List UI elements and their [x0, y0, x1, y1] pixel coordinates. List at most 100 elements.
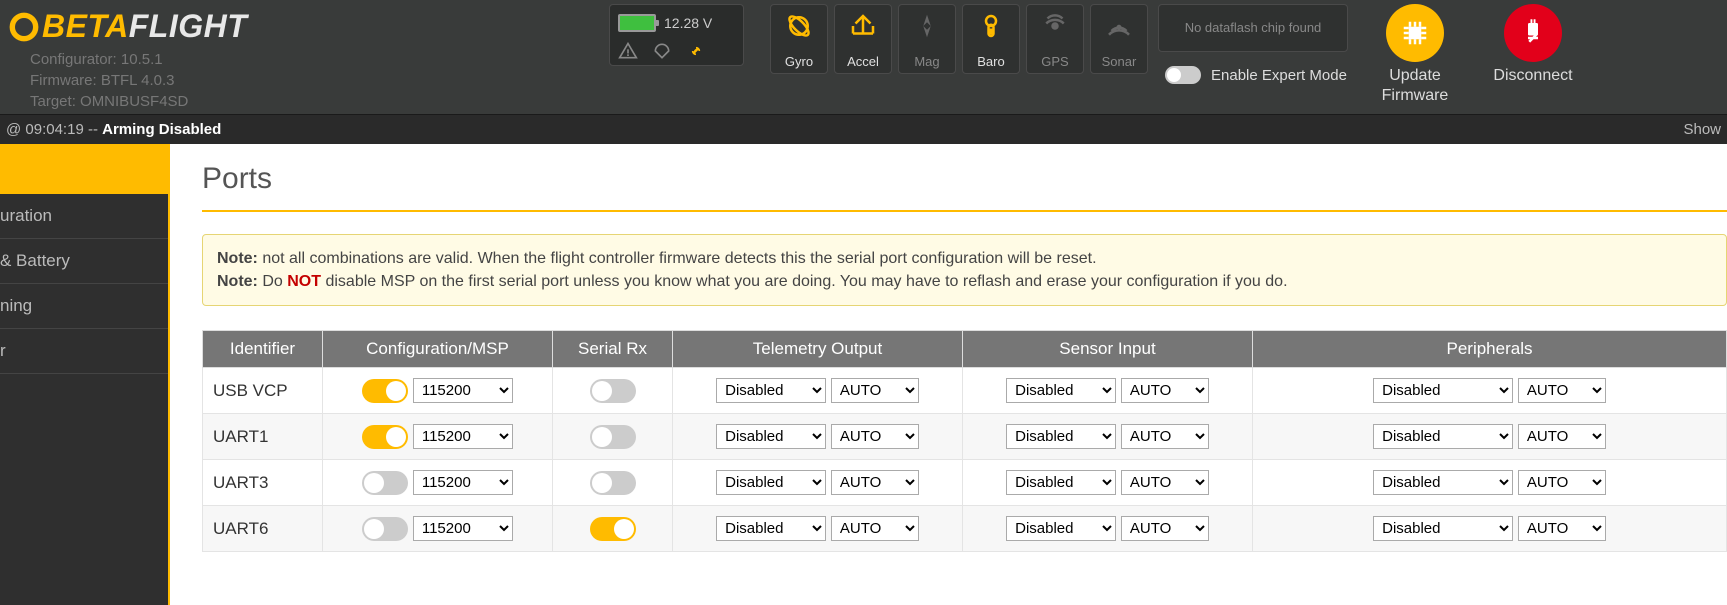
sidebar: uration& Batteryningr: [0, 144, 170, 605]
telemetry-type-select[interactable]: Disabled: [716, 378, 826, 403]
column-header: Identifier: [203, 331, 323, 368]
peripheral-type-select[interactable]: Disabled: [1373, 378, 1513, 403]
sensor-baud-select[interactable]: AUTO: [1121, 470, 1209, 495]
note-box: Note: not all combinations are valid. Wh…: [202, 234, 1727, 306]
note-line2: disable MSP on the first serial port unl…: [321, 273, 1288, 290]
log-bar: @ 09:04:19 -- Arming Disabled Show: [0, 114, 1727, 144]
sensor-label: Baro: [977, 54, 1004, 69]
table-row: UART3 115200Disabled AUTODisabled AUTODi…: [203, 460, 1727, 506]
serial-rx-toggle[interactable]: [590, 379, 636, 403]
show-log-link[interactable]: Show: [1683, 121, 1721, 138]
sensor-label: Mag: [914, 54, 939, 69]
mag-icon: [912, 11, 942, 41]
warning-icon: [618, 41, 638, 61]
sensor-gps: GPS: [1026, 4, 1084, 74]
sensor-sonar: Sonar: [1090, 4, 1148, 74]
table-row: UART1 115200Disabled AUTODisabled AUTODi…: [203, 414, 1727, 460]
sensor-type-select[interactable]: Disabled: [1006, 516, 1116, 541]
expert-mode-label: Enable Expert Mode: [1211, 67, 1347, 84]
port-identifier: UART1: [203, 414, 323, 460]
app-header: BETAFLIGHT Configurator: 10.5.1 Firmware…: [0, 0, 1727, 114]
serial-rx-toggle[interactable]: [590, 517, 636, 541]
column-header: Peripherals: [1253, 331, 1727, 368]
dataflash-status: No dataflash chip found: [1158, 4, 1348, 52]
telemetry-type-select[interactable]: Disabled: [716, 516, 826, 541]
sensor-type-select[interactable]: Disabled: [1006, 378, 1116, 403]
battery-panel: 12.28 V: [609, 4, 744, 66]
target-name: Target: OMNIBUSF4SD: [30, 91, 247, 112]
logo-beta: BETA: [42, 8, 129, 44]
update-firmware-button[interactable]: Update Firmware: [1370, 4, 1460, 106]
msp-baud-select[interactable]: 115200: [413, 424, 513, 449]
sidebar-item-1[interactable]: & Battery: [0, 239, 168, 284]
parachute-icon: [652, 41, 672, 61]
peripheral-type-select[interactable]: Disabled: [1373, 470, 1513, 495]
peripheral-type-select[interactable]: Disabled: [1373, 516, 1513, 541]
msp-toggle[interactable]: [362, 471, 408, 495]
peripheral-baud-select[interactable]: AUTO: [1518, 378, 1606, 403]
msp-toggle[interactable]: [362, 425, 408, 449]
serial-rx-toggle[interactable]: [590, 425, 636, 449]
msp-toggle[interactable]: [362, 517, 408, 541]
sensor-accel: Accel: [834, 4, 892, 74]
note-not: NOT: [287, 273, 321, 290]
sensor-type-select[interactable]: Disabled: [1006, 424, 1116, 449]
sidebar-item-0[interactable]: uration: [0, 194, 168, 239]
column-header: Serial Rx: [553, 331, 673, 368]
battery-icon: [618, 14, 656, 32]
telemetry-type-select[interactable]: Disabled: [716, 424, 826, 449]
sensor-mag: Mag: [898, 4, 956, 74]
expert-mode-row: Enable Expert Mode: [1165, 66, 1347, 84]
peripheral-baud-select[interactable]: AUTO: [1518, 470, 1606, 495]
sensor-label: Gyro: [785, 54, 813, 69]
sensor-type-select[interactable]: Disabled: [1006, 470, 1116, 495]
sensor-baud-select[interactable]: AUTO: [1121, 516, 1209, 541]
sensor-label: Sonar: [1102, 54, 1137, 69]
port-identifier: UART3: [203, 460, 323, 506]
expert-mode-toggle[interactable]: [1165, 66, 1201, 84]
usb-disconnect-icon: [1518, 18, 1548, 48]
msp-baud-select[interactable]: 115200: [413, 516, 513, 541]
log-message: Arming Disabled: [102, 121, 221, 138]
baro-icon: [976, 11, 1006, 41]
msp-baud-select[interactable]: 115200: [413, 470, 513, 495]
update-firmware-label: Update Firmware: [1370, 66, 1460, 106]
betaflight-logo-icon: [6, 9, 42, 45]
gps-icon: [1040, 11, 1070, 41]
telemetry-baud-select[interactable]: AUTO: [831, 516, 919, 541]
msp-toggle[interactable]: [362, 379, 408, 403]
serial-rx-toggle[interactable]: [590, 471, 636, 495]
note-label: Note:: [217, 250, 258, 267]
telemetry-baud-select[interactable]: AUTO: [831, 470, 919, 495]
disconnect-button[interactable]: Disconnect: [1488, 4, 1578, 86]
ports-table: IdentifierConfiguration/MSPSerial RxTele…: [202, 330, 1727, 552]
sensor-baro: Baro: [962, 4, 1020, 74]
logo-flight: FLIGHT: [129, 8, 248, 44]
peripheral-baud-select[interactable]: AUTO: [1518, 424, 1606, 449]
sidebar-item-2[interactable]: ning: [0, 284, 168, 329]
msp-baud-select[interactable]: 115200: [413, 378, 513, 403]
telemetry-type-select[interactable]: Disabled: [716, 470, 826, 495]
note-label-2: Note:: [217, 273, 258, 290]
content-area: Ports Note: not all combinations are val…: [170, 144, 1727, 605]
port-identifier: USB VCP: [203, 368, 323, 414]
peripheral-baud-select[interactable]: AUTO: [1518, 516, 1606, 541]
table-row: USB VCP 115200Disabled AUTODisabled AUTO…: [203, 368, 1727, 414]
telemetry-baud-select[interactable]: AUTO: [831, 378, 919, 403]
sensor-label: GPS: [1041, 54, 1068, 69]
disconnect-label: Disconnect: [1488, 66, 1578, 86]
firmware-version: Firmware: BTFL 4.0.3: [30, 70, 247, 91]
configurator-version: Configurator: 10.5.1: [30, 49, 247, 70]
sidebar-item-3[interactable]: r: [0, 329, 168, 374]
accel-icon: [848, 11, 878, 41]
telemetry-baud-select[interactable]: AUTO: [831, 424, 919, 449]
log-time: @ 09:04:19 --: [6, 121, 102, 138]
peripheral-type-select[interactable]: Disabled: [1373, 424, 1513, 449]
column-header: Configuration/MSP: [323, 331, 553, 368]
sensor-baud-select[interactable]: AUTO: [1121, 424, 1209, 449]
sensor-baud-select[interactable]: AUTO: [1121, 378, 1209, 403]
page-title: Ports: [202, 162, 1727, 196]
sensor-bar: Gyro Accel Mag Baro GPS Sonar: [770, 4, 1148, 74]
app-logo: BETAFLIGHT: [0, 8, 247, 45]
sensor-label: Accel: [847, 54, 879, 69]
